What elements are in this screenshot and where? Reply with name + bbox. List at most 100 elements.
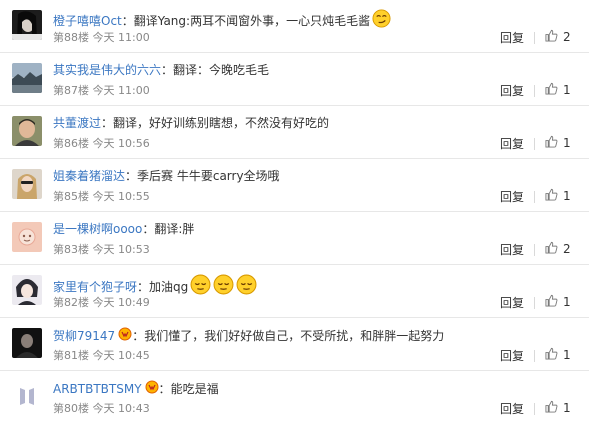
action-divider	[534, 297, 535, 309]
comment-time: 今天 10:56	[92, 137, 150, 150]
like-count: 2	[563, 242, 571, 256]
reply-button[interactable]: 回复	[500, 347, 524, 364]
comment-separator: ：	[142, 222, 155, 236]
comment-meta: 第88楼 今天 11:00	[53, 31, 150, 45]
like-button[interactable]: 2	[545, 241, 571, 257]
comment-content: 能吃是福	[170, 382, 219, 396]
comment-time: 今天 10:49	[92, 296, 150, 309]
comment-item: 姐秦着猪溜达：季后赛 牛牛要carry全场哦 第85楼 今天 10:55 回复 …	[0, 159, 589, 212]
comment-time: 今天 10:53	[92, 243, 150, 256]
comment-username[interactable]: 家里有个狍子呀	[53, 279, 137, 295]
like-count: 1	[563, 136, 571, 150]
user-avatar[interactable]	[12, 169, 42, 199]
comment-separator: ：	[101, 116, 114, 130]
comment-item: ARBTBTBTSMY ：能吃是福 第80楼 今天 10:43 回复 1	[0, 371, 589, 427]
action-divider	[534, 32, 535, 44]
comment-content: 翻译:胖	[154, 222, 195, 236]
comment-text-line: 贺柳79147 ：我们懂了，我们好好做自己，不受所扰，和胖胖一起努力	[53, 327, 444, 345]
relieved-emoji-icon	[190, 274, 211, 299]
comment-meta: 第86楼 今天 10:56	[53, 137, 150, 151]
floor-number: 第85楼	[53, 190, 89, 203]
comment-meta: 第87楼 今天 11:00	[53, 84, 150, 98]
like-button[interactable]: 2	[545, 29, 571, 45]
comment-text-line: 是一棵树啊oooo：翻译:胖	[53, 221, 194, 237]
comment-item: 是一棵树啊oooo：翻译:胖 第83楼 今天 10:53 回复 2	[0, 212, 589, 265]
comment-text-line: 其实我是伟大的六六：翻译：今晚吃毛毛	[53, 62, 269, 78]
comment-item: 家里有个狍子呀：加油qg 第82楼 今天 10:49 回复 1	[0, 265, 589, 318]
reply-button[interactable]: 回复	[500, 188, 524, 205]
comment-content: 季后赛 牛牛要carry全场哦	[137, 169, 280, 183]
comment-username[interactable]: 其实我是伟大的六六	[53, 62, 161, 78]
reply-button[interactable]: 回复	[500, 135, 524, 152]
like-button[interactable]: 1	[545, 82, 571, 98]
relieved-emoji-icon	[236, 274, 257, 299]
comment-separator: ：	[161, 63, 174, 77]
like-button[interactable]: 1	[545, 400, 571, 416]
comment-meta: 第81楼 今天 10:45	[53, 349, 150, 363]
like-count: 1	[563, 401, 571, 415]
user-avatar[interactable]	[12, 10, 42, 40]
comment-meta: 第82楼 今天 10:49	[53, 296, 150, 310]
reply-button[interactable]: 回复	[500, 241, 524, 258]
vip-badge-icon	[118, 327, 132, 345]
comment-username[interactable]: 橙子嘻嘻Oct	[53, 13, 122, 29]
comment-meta: 第83楼 今天 10:53	[53, 243, 150, 257]
comment-content: 翻译：今晚吃毛毛	[173, 63, 270, 77]
user-avatar[interactable]	[12, 116, 42, 146]
comment-content: 翻译Yang:两耳不闻窗外事，一心只炖毛毛酱	[133, 13, 371, 28]
action-divider	[534, 350, 535, 362]
user-avatar[interactable]	[12, 381, 42, 411]
comment-item: 共董渡过：翻译，好好训练别瞎想，不然没有好吃的 第86楼 今天 10:56 回复…	[0, 106, 589, 159]
floor-number: 第83楼	[53, 243, 89, 256]
user-avatar[interactable]	[12, 63, 42, 93]
floor-number: 第80楼	[53, 402, 89, 415]
like-button[interactable]: 1	[545, 347, 571, 363]
comment-text-line: ARBTBTBTSMY ：能吃是福	[53, 380, 219, 398]
like-count: 1	[563, 83, 571, 97]
action-divider	[534, 191, 535, 203]
like-count: 1	[563, 189, 571, 203]
action-divider	[534, 138, 535, 150]
comment-item: 其实我是伟大的六六：翻译：今晚吃毛毛 第87楼 今天 11:00 回复 1	[0, 53, 589, 106]
comment-separator: ：	[158, 382, 171, 396]
action-divider	[534, 403, 535, 415]
thumbs-up-icon	[545, 29, 558, 45]
comment-username[interactable]: ARBTBTBTSMY	[53, 381, 142, 397]
comment-username[interactable]: 是一棵树啊oooo	[53, 221, 142, 237]
reply-button[interactable]: 回复	[500, 82, 524, 99]
comment-separator: ：	[121, 13, 134, 28]
comment-text-line: 共董渡过：翻译，好好训练别瞎想，不然没有好吃的	[53, 115, 329, 131]
floor-number: 第86楼	[53, 137, 89, 150]
comment-separator: ：	[137, 279, 150, 294]
like-count: 2	[563, 30, 571, 44]
reply-button[interactable]: 回复	[500, 400, 524, 417]
smirk-emoji-icon	[372, 9, 391, 32]
reply-button[interactable]: 回复	[500, 29, 524, 46]
thumbs-up-icon	[545, 347, 558, 363]
thumbs-up-icon	[545, 241, 558, 257]
floor-number: 第82楼	[53, 296, 89, 309]
vip-badge-icon	[145, 380, 159, 398]
like-count: 1	[563, 295, 571, 309]
user-avatar[interactable]	[12, 222, 42, 252]
comment-username[interactable]: 姐秦着猪溜达	[53, 168, 125, 184]
comment-content: 加油qg	[149, 279, 189, 294]
action-divider	[534, 85, 535, 97]
like-button[interactable]: 1	[545, 188, 571, 204]
comment-content: 翻译，好好训练别瞎想，不然没有好吃的	[113, 116, 330, 130]
like-button[interactable]: 1	[545, 294, 571, 310]
comment-time: 今天 10:43	[92, 402, 150, 415]
user-avatar[interactable]	[12, 275, 42, 305]
comment-username[interactable]: 共董渡过	[53, 115, 101, 131]
thumbs-up-icon	[545, 82, 558, 98]
like-count: 1	[563, 348, 571, 362]
thumbs-up-icon	[545, 135, 558, 151]
user-avatar[interactable]	[12, 328, 42, 358]
like-button[interactable]: 1	[545, 135, 571, 151]
comment-username[interactable]: 贺柳79147	[53, 328, 115, 344]
reply-button[interactable]: 回复	[500, 294, 524, 311]
floor-number: 第88楼	[53, 31, 89, 44]
comment-text-line: 橙子嘻嘻Oct：翻译Yang:两耳不闻窗外事，一心只炖毛毛酱	[53, 9, 391, 32]
comment-text-line: 姐秦着猪溜达：季后赛 牛牛要carry全场哦	[53, 168, 280, 184]
comment-item: 橙子嘻嘻Oct：翻译Yang:两耳不闻窗外事，一心只炖毛毛酱 第88楼 今天 1…	[0, 0, 589, 53]
